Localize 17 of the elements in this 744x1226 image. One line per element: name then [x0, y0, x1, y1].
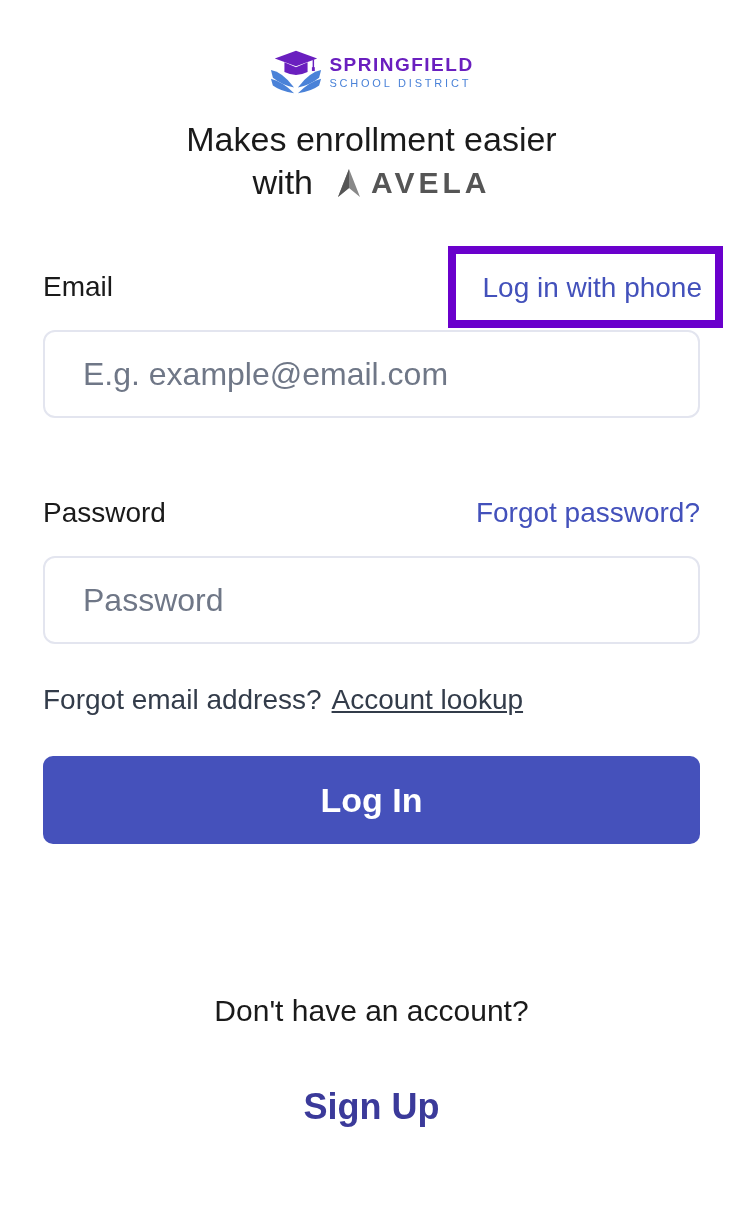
- account-lookup-link[interactable]: Account lookup: [331, 684, 524, 716]
- graduation-book-icon: [269, 48, 324, 96]
- input-field[interactable]: E.g. example@email.com: [43, 330, 700, 418]
- signup-link[interactable]: Sign Up: [303, 1086, 440, 1128]
- login-button[interactable]: Log In: [43, 756, 700, 844]
- link[interactable]: Log in with phone: [448, 246, 723, 328]
- logo-name: SPRINGFIELD: [329, 54, 474, 76]
- link[interactable]: Forgot password?: [475, 497, 700, 529]
- field-label: Password: [43, 497, 166, 529]
- helper-text: Forgot email address?: [43, 684, 322, 716]
- logo-subtitle: SCHOOL DISTRICT: [329, 76, 472, 90]
- input-field[interactable]: Password: [43, 556, 700, 644]
- tagline-text: with: [252, 162, 313, 203]
- signup-prompt: Don't have an account?: [214, 994, 529, 1028]
- field-label: Email: [43, 271, 113, 303]
- tagline-text: Makes enrollment easier: [186, 119, 557, 160]
- brand-name: AVELA: [371, 165, 491, 201]
